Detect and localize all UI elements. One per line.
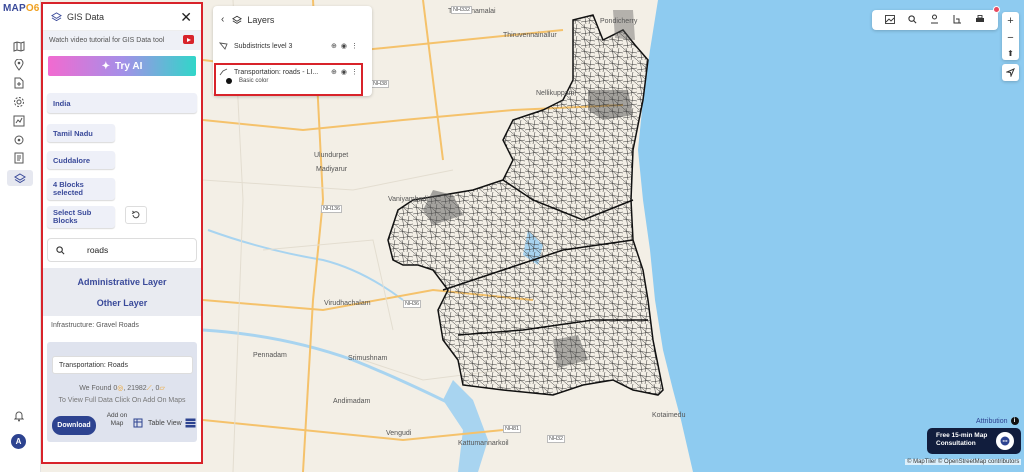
infrastructure-item[interactable]: Infrastructure: Gravel Roads (51, 322, 139, 329)
place-label: Nellikuppam (536, 90, 575, 97)
settings-icon[interactable] (11, 95, 27, 109)
line-icon: ⟋ (146, 385, 152, 392)
report-icon[interactable] (11, 151, 27, 165)
count-b: 21982 (127, 385, 147, 392)
tools-icon[interactable] (11, 133, 27, 147)
polygon-layer-icon (219, 42, 228, 50)
base-color-legend[interactable]: Basic color (226, 78, 268, 84)
place-label: Vaniyambadi (388, 196, 428, 203)
other-layer-tab[interactable]: Other Layer (43, 298, 201, 308)
highway-shield: NH81 (503, 425, 522, 433)
place-label: Kotaimedu (652, 412, 686, 419)
color-swatch (226, 78, 232, 84)
notification-dot (993, 6, 1000, 13)
polygon-icon: ▱ (159, 385, 165, 392)
place-label: Srimushnam (348, 355, 388, 362)
measure-icon[interactable] (952, 14, 962, 26)
gis-data-panel: GIS Data ✕ Watch video tutorial for GIS … (41, 2, 203, 464)
zoom-to-layer-icon[interactable]: ⊕ (331, 42, 337, 50)
notification-bell-icon[interactable] (11, 409, 27, 423)
location-pin-icon[interactable] (11, 58, 27, 72)
place-label: Pennadam (253, 352, 287, 359)
user-location-icon[interactable] (930, 14, 939, 26)
blocks-select[interactable]: 4 Blocks selected (47, 178, 115, 200)
table-grid-icon (185, 418, 196, 428)
place-label: Kattumannarkoil (458, 440, 509, 447)
table-view-button[interactable]: Table View (133, 418, 196, 428)
tutorial-text: Watch video tutorial for GIS Data tool (49, 37, 165, 44)
highway-shield: NH36 (403, 300, 422, 308)
layer-type-section: Administrative Layer Other Layer (43, 268, 201, 316)
place-label: Andimadam (333, 398, 371, 405)
sub-blocks-select[interactable]: Select Sub Blocks (47, 206, 115, 228)
country-select[interactable]: India (47, 93, 197, 113)
result-label: Transportation: Roads (52, 356, 193, 374)
place-label: Ulundurpet (314, 152, 349, 159)
app-logo[interactable]: MAPO6 (3, 3, 40, 14)
found-summary: We Found 0◎, 21982⟋, 0▱ (79, 385, 165, 392)
highway-shield: NH332 (451, 6, 473, 14)
download-button[interactable]: Download (52, 416, 96, 435)
tutorial-link[interactable]: Watch video tutorial for GIS Data tool (43, 31, 201, 50)
try-ai-button[interactable]: ✦ Try AI (48, 56, 196, 76)
search-box[interactable] (47, 238, 197, 262)
layers-title: Layers (247, 14, 275, 25)
chevron-left-icon[interactable]: ‹ (221, 14, 224, 25)
chat-icon[interactable] (996, 432, 1014, 450)
more-options-icon[interactable]: ⋮ (351, 42, 358, 50)
close-icon[interactable]: ✕ (180, 10, 192, 24)
place-label: Madiyarur (316, 166, 348, 173)
result-box: Transportation: Roads We Found 0◎, 21982… (47, 342, 197, 442)
map-credits: © MapTiler © OpenStreetMap contributors (905, 459, 1022, 465)
place-label: Thiruvennainallur (503, 32, 557, 39)
image-icon[interactable] (884, 14, 895, 26)
visibility-eye-icon[interactable]: ◉ (341, 42, 347, 50)
administrative-layer-tab[interactable]: Administrative Layer (43, 277, 201, 287)
icon-rail: MAPO6 A (0, 0, 41, 472)
add-on-map-button[interactable]: Add on Map (105, 412, 129, 428)
sparkle-icon: ✦ (101, 60, 110, 72)
panel-header: GIS Data (43, 4, 201, 31)
locate-me-icon[interactable] (1002, 64, 1019, 81)
sea (638, 0, 1024, 472)
highway-shield: NH32 (547, 435, 566, 443)
youtube-icon[interactable] (183, 35, 194, 44)
highway-shield: NH38 (371, 80, 390, 88)
table-icon (133, 418, 143, 428)
highway-shield: NH136 (321, 205, 343, 213)
add-file-icon[interactable] (11, 76, 27, 90)
analysis-icon[interactable] (11, 114, 27, 128)
compass-icon[interactable]: ⬆ (1007, 49, 1014, 58)
place-label: Pondicherry (600, 18, 638, 25)
search-input[interactable] (87, 245, 187, 255)
gis-data-icon[interactable] (7, 170, 33, 186)
state-select[interactable]: Tamil Nadu (47, 124, 115, 142)
layer-tools: ⊕ ◉ ⋮ (331, 42, 358, 50)
place-label: Vengudi (386, 430, 412, 437)
zoom-in-button[interactable]: + (1007, 15, 1013, 27)
map-toolbar (872, 10, 998, 30)
attribution-link[interactable]: Attribution i (976, 417, 1019, 425)
place-label: Virudhachalam (324, 300, 371, 307)
layers-icon (232, 15, 243, 24)
district-select[interactable]: Cuddalore (47, 151, 115, 169)
avatar[interactable]: A (11, 434, 26, 449)
gis-data-icon (51, 12, 62, 22)
layer-item[interactable]: Subdistricts level 3 ⊕ ◉ ⋮ (219, 42, 366, 50)
map-icon[interactable] (11, 39, 27, 53)
search-icon (56, 245, 65, 254)
info-icon[interactable]: i (1010, 417, 1019, 425)
point-icon: ◎ (117, 385, 124, 392)
view-hint: To View Full Data Click On Add On Maps (58, 397, 186, 404)
zoom-out-button[interactable]: − (1007, 32, 1013, 44)
zoom-controls: + − ⬆ (1002, 12, 1019, 60)
panel-title: GIS Data (67, 12, 105, 22)
print-icon[interactable] (975, 14, 985, 26)
refresh-icon[interactable] (125, 206, 147, 224)
search-icon[interactable] (908, 14, 917, 26)
layers-header: ‹ Layers (221, 14, 274, 25)
layer-label: Subdistricts level 3 (234, 42, 293, 50)
